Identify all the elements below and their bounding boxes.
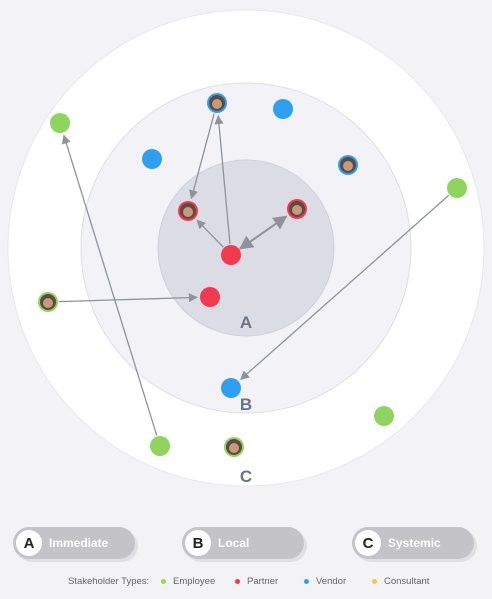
legend-dot-employee — [161, 579, 166, 584]
stakeholder-vendor-dot-bottom[interactable] — [221, 378, 241, 398]
avatar-face — [183, 207, 193, 217]
stakeholder-vendor-avatar-top[interactable] — [207, 93, 227, 113]
ring-c-badge: C — [355, 530, 381, 556]
legend-label-vendor: Vendor — [316, 576, 347, 587]
ring-a-badge: A — [16, 530, 42, 556]
legend-label-partner: Partner — [247, 576, 279, 587]
ring-c-button[interactable]: C Systemic — [352, 527, 474, 559]
ring-a-name: Immediate — [49, 536, 109, 550]
ring-a-button[interactable]: A Immediate — [13, 527, 135, 559]
stakeholder-employee-dot-right[interactable] — [447, 178, 467, 198]
legend-title: Stakeholder Types: — [68, 576, 150, 587]
ring-label-a: A — [240, 313, 252, 332]
stakeholder-employee-dot-bottomleft[interactable] — [150, 436, 170, 456]
ring-c-name: Systemic — [388, 536, 441, 550]
avatar-face — [229, 443, 239, 453]
stakeholder-dot — [50, 113, 70, 133]
ring-label-b: B — [240, 395, 252, 414]
avatar-face — [343, 161, 353, 171]
stakeholder-dot — [374, 406, 394, 426]
stakeholder-dot — [142, 149, 162, 169]
legend-item-partner: Partner — [235, 576, 278, 587]
ring-b-name: Local — [218, 536, 250, 550]
legend-item-vendor: Vendor — [304, 576, 346, 587]
stakeholder-vendor-dot-top[interactable] — [273, 99, 293, 119]
stakeholder-partner-mid[interactable] — [200, 287, 220, 307]
legend-dot-vendor — [304, 579, 309, 584]
avatar-face — [292, 205, 302, 215]
stakeholder-dot — [200, 287, 220, 307]
legend-item-consultant: Consultant — [372, 576, 429, 587]
legend-item-employee: Employee — [161, 576, 215, 587]
stakeholder-partner-avatar-left[interactable] — [178, 201, 198, 221]
stakeholder-partner-center[interactable] — [221, 245, 241, 265]
stakeholder-ring-diagram: A B C — [7, 9, 485, 487]
ring-b-badge: B — [185, 530, 211, 556]
ring-a — [157, 159, 335, 337]
stakeholder-partner-avatar-right[interactable] — [287, 199, 307, 219]
avatar-face — [212, 99, 222, 109]
stakeholder-dot — [221, 245, 241, 265]
stakeholder-vendor-dot-left[interactable] — [142, 149, 162, 169]
legend-label-consultant: Consultant — [384, 576, 430, 587]
stakeholder-employee-dot-bottomright[interactable] — [374, 406, 394, 426]
stakeholder-dot — [447, 178, 467, 198]
stakeholder-employee-avatar-bottom[interactable] — [224, 437, 244, 457]
legend-dot-consultant — [372, 579, 377, 584]
stakeholder-legend: Stakeholder Types: Employee Partner Vend… — [0, 576, 492, 590]
stakeholder-dot — [221, 378, 241, 398]
stakeholder-dot — [150, 436, 170, 456]
stakeholder-vendor-avatar-right[interactable] — [338, 155, 358, 175]
rings-layer: A B C — [7, 9, 485, 487]
avatar-face — [43, 298, 53, 308]
legend-dot-partner — [235, 579, 240, 584]
ring-label-c: C — [240, 467, 252, 486]
stakeholder-dot — [273, 99, 293, 119]
legend-label-employee: Employee — [173, 576, 216, 587]
stakeholder-employee-avatar-left[interactable] — [38, 292, 58, 312]
stakeholder-employee-dot-topleft[interactable] — [50, 113, 70, 133]
ring-b-button[interactable]: B Local — [182, 527, 304, 559]
